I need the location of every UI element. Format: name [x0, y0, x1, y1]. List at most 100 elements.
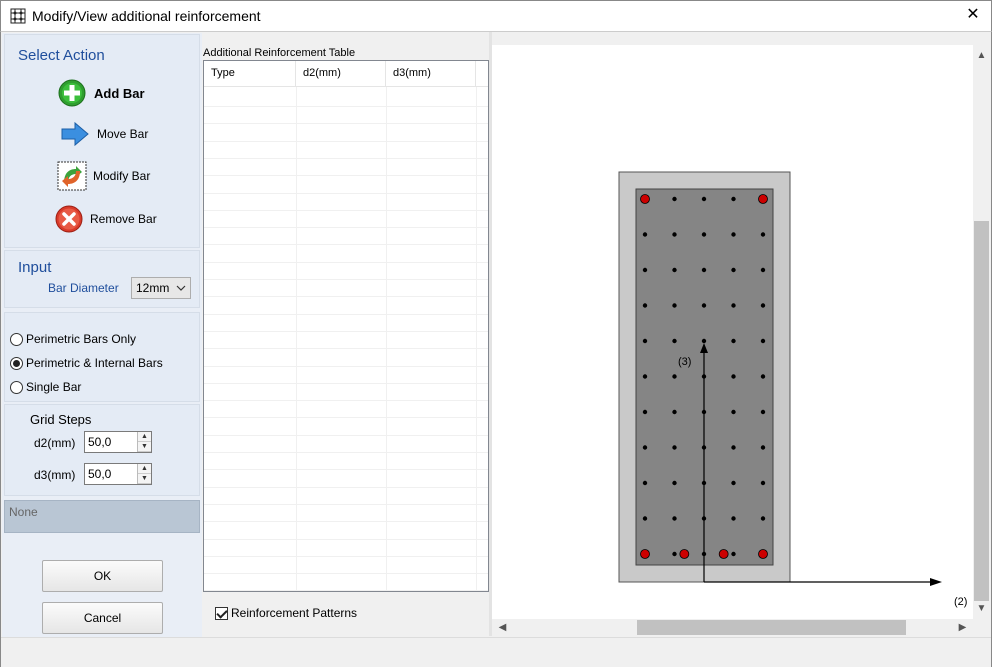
close-icon[interactable]: ✕: [965, 7, 981, 23]
rebar[interactable]: [672, 480, 677, 486]
radio-single-bar[interactable]: Single Bar: [10, 380, 81, 394]
rebar[interactable]: [672, 551, 677, 557]
table-row-line: [204, 227, 488, 229]
rebar[interactable]: [672, 409, 677, 415]
rebar[interactable]: [642, 303, 648, 308]
rebar[interactable]: [731, 480, 736, 486]
radio-button[interactable]: [10, 356, 23, 370]
reinforcement-patterns-checkbox[interactable]: Reinforcement Patterns: [215, 606, 357, 620]
left-panel: Select Action Add Bar Move Bar Modify Ba: [2, 33, 202, 637]
rebar[interactable]: [731, 196, 736, 202]
scroll-left-icon[interactable]: ◀: [494, 619, 511, 636]
radio-button[interactable]: [10, 380, 23, 394]
rebar[interactable]: [731, 516, 736, 521]
app-icon: [10, 8, 26, 24]
reinforcement-table[interactable]: Type d2(mm) d3(mm): [203, 60, 489, 592]
radio-button[interactable]: [10, 332, 23, 346]
rebar[interactable]: [760, 445, 766, 450]
rebar[interactable]: [731, 409, 736, 415]
table-row-line: [204, 106, 488, 107]
section-view-canvas[interactable]: (3) (2): [492, 45, 973, 619]
stepper-down-icon[interactable]: ▼: [138, 474, 151, 484]
rebar[interactable]: [672, 516, 677, 521]
rebar[interactable]: [760, 232, 766, 237]
additional-rebar[interactable]: [758, 549, 768, 559]
rebar[interactable]: [642, 338, 648, 344]
rebar[interactable]: [731, 551, 736, 557]
checkbox[interactable]: [215, 606, 228, 620]
rebar[interactable]: [642, 445, 648, 450]
stepper-down-icon[interactable]: ▼: [138, 442, 151, 452]
rebar[interactable]: [642, 232, 648, 237]
scroll-thumb[interactable]: [637, 620, 906, 635]
rebar[interactable]: [701, 303, 707, 308]
rebar[interactable]: [642, 480, 648, 486]
column-header-d3[interactable]: d3(mm): [386, 61, 476, 87]
rebar[interactable]: [642, 516, 648, 521]
rebar[interactable]: [760, 409, 766, 415]
table-row-line: [204, 400, 488, 402]
stepper-up-icon[interactable]: ▲: [138, 464, 151, 474]
axis-2-label: (2): [954, 596, 967, 608]
additional-rebar[interactable]: [640, 549, 650, 559]
horizontal-scrollbar[interactable]: ◀ ▶: [492, 619, 973, 636]
rebar[interactable]: [672, 445, 677, 450]
rebar[interactable]: [672, 196, 677, 202]
scroll-thumb[interactable]: [974, 221, 989, 601]
add-bar-button[interactable]: Add Bar: [57, 78, 145, 108]
rebar[interactable]: [760, 267, 766, 273]
bar-diameter-select[interactable]: 12mm: [131, 277, 191, 299]
remove-bar-label: Remove Bar: [90, 212, 157, 226]
radio-perimetric-internal[interactable]: Perimetric & Internal Bars: [10, 356, 163, 370]
rebar[interactable]: [642, 267, 648, 273]
rebar[interactable]: [672, 338, 677, 344]
rebar[interactable]: [672, 232, 677, 237]
rebar[interactable]: [672, 303, 677, 308]
rebar[interactable]: [760, 374, 766, 379]
rebar[interactable]: [701, 267, 707, 273]
additional-rebar[interactable]: [758, 194, 768, 204]
rebar[interactable]: [731, 303, 736, 308]
scroll-right-icon[interactable]: ▶: [954, 619, 971, 636]
rebar[interactable]: [731, 267, 736, 273]
ok-button[interactable]: OK: [42, 560, 163, 592]
scroll-down-icon[interactable]: ▼: [973, 600, 990, 617]
additional-rebar[interactable]: [718, 549, 729, 559]
d2-stepper[interactable]: 50,0 ▲ ▼: [84, 431, 152, 453]
d3-stepper[interactable]: 50,0 ▲ ▼: [84, 463, 152, 485]
rebar[interactable]: [701, 338, 707, 344]
move-bar-button[interactable]: Move Bar: [61, 121, 148, 147]
stepper-buttons[interactable]: ▲ ▼: [137, 464, 151, 484]
rebar[interactable]: [672, 267, 677, 273]
stepper-buttons[interactable]: ▲ ▼: [137, 432, 151, 452]
additional-rebar[interactable]: [640, 194, 650, 204]
axis-2-arrowhead: [930, 578, 942, 586]
axis-3-label: (3): [678, 356, 691, 368]
column-header-type[interactable]: Type: [204, 61, 296, 87]
table-column-line: [386, 87, 387, 591]
column-header-d2[interactable]: d2(mm): [296, 61, 386, 87]
rebar[interactable]: [760, 480, 766, 486]
cancel-button[interactable]: Cancel: [42, 602, 163, 634]
stepper-up-icon[interactable]: ▲: [138, 432, 151, 442]
scroll-up-icon[interactable]: ▲: [973, 47, 990, 64]
rebar[interactable]: [642, 409, 648, 415]
reinforcement-patterns-label: Reinforcement Patterns: [231, 606, 358, 620]
remove-bar-button[interactable]: Remove Bar: [54, 204, 157, 234]
rebar[interactable]: [642, 374, 648, 379]
rebar[interactable]: [731, 232, 736, 237]
rebar[interactable]: [701, 232, 707, 237]
rebar[interactable]: [760, 516, 766, 521]
rebar[interactable]: [760, 338, 766, 344]
rebar[interactable]: [760, 303, 766, 308]
modify-bar-button[interactable]: Modify Bar: [57, 161, 150, 191]
table-row-line: [204, 261, 488, 263]
additional-rebar[interactable]: [679, 549, 690, 559]
rebar[interactable]: [701, 196, 707, 202]
rebar[interactable]: [672, 374, 677, 379]
rebar[interactable]: [731, 445, 736, 450]
rebar[interactable]: [731, 338, 736, 344]
radio-perimetric-only[interactable]: Perimetric Bars Only: [10, 332, 136, 346]
rebar[interactable]: [731, 374, 736, 379]
vertical-scrollbar[interactable]: ▲ ▼: [973, 45, 990, 619]
